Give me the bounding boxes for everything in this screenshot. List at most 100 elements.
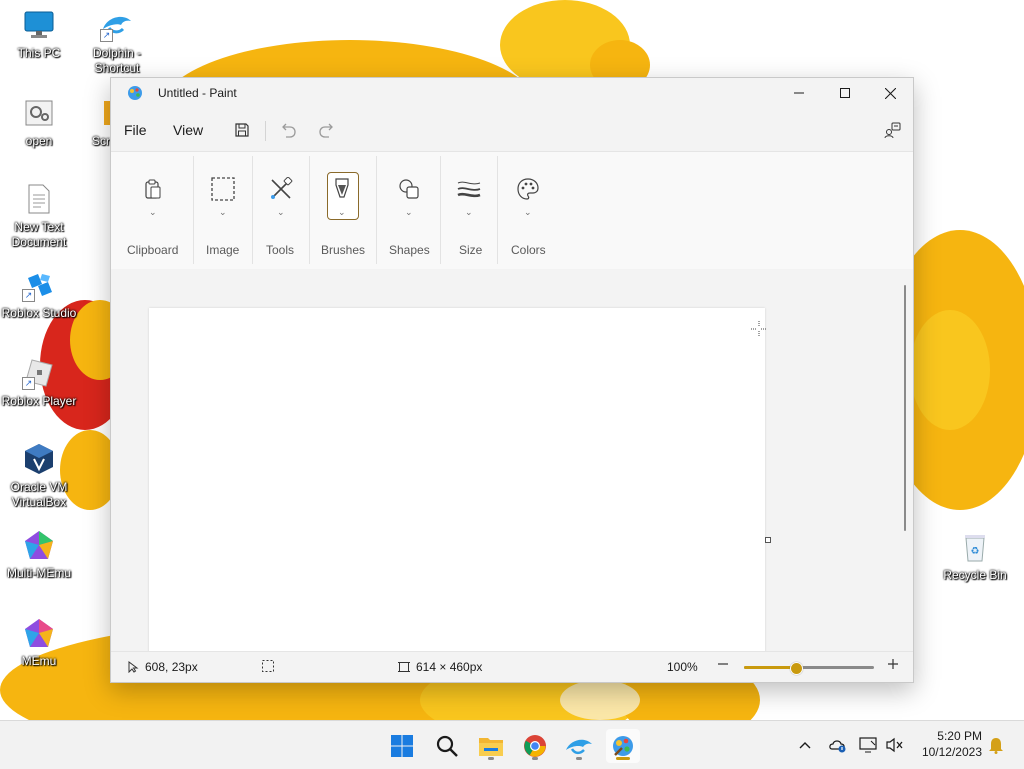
text-document-icon [22,182,56,216]
clock-time: 5:20 PM [937,729,982,743]
ribbon-group-clipboard[interactable]: ⌄ Clipboard [111,152,194,269]
canvas-size: 614 × 460px [398,660,482,674]
redo-icon [319,123,333,138]
desktop-icon-dolphin-shortcut[interactable]: ↗ Dolphin - Shortcut [78,8,156,76]
file-explorer-button[interactable] [474,729,508,763]
onedrive-icon [829,740,846,753]
ribbon-label-colors: Colors [511,243,546,257]
selection-size [262,660,274,672]
maximize-button[interactable] [822,78,868,108]
menu-file[interactable]: File [124,122,147,138]
account-icon [884,122,901,139]
file-explorer-icon [479,738,503,756]
canvas-size-text: 614 × 460px [416,660,483,674]
menu-separator [265,121,266,141]
size-icon[interactable] [454,174,484,204]
network-button[interactable] [859,735,879,755]
clipboard-icon[interactable] [138,174,168,204]
chevron-down-icon[interactable]: ⌄ [338,207,346,218]
chevron-down-icon[interactable]: ⌄ [405,207,413,218]
account-button[interactable] [882,119,904,141]
vertical-scrollbar[interactable] [904,285,906,531]
ribbon-label-shapes: Shapes [389,243,430,257]
taskbar: 5:20 PM 10/12/2023 [0,720,1024,769]
ribbon-group-colors[interactable]: ⌄ Colors [497,152,559,269]
chrome-icon [524,735,546,757]
chevron-down-icon[interactable]: ⌄ [219,207,227,218]
ribbon-group-brushes[interactable]: ⌄ Brushes [309,152,376,269]
ribbon: ⌄ Clipboard ⌄ Image ⌄ Tools ⌄ Brushes ⌄ … [111,151,913,270]
palette-icon[interactable] [513,174,543,204]
canvas-area[interactable] [111,269,913,651]
chrome-button[interactable] [518,729,552,763]
volume-button[interactable] [885,735,905,755]
save-button[interactable] [231,119,253,141]
close-button[interactable] [867,78,913,108]
zoom-out-button[interactable] [717,658,729,670]
save-icon [235,123,249,137]
brush-icon[interactable] [327,174,357,204]
title-bar[interactable]: Untitled - Paint [111,78,913,108]
desktop-icon-roblox-studio[interactable]: ↗ Roblox Studio [0,268,78,321]
chevron-down-icon[interactable]: ⌄ [524,207,532,218]
ribbon-label-image: Image [206,243,240,257]
running-indicator [488,757,494,760]
ribbon-group-tools[interactable]: ⌄ Tools [252,152,309,269]
desktop-icon-oracle-virtualbox[interactable]: Oracle VM VirtualBox [0,442,78,510]
chevron-down-icon[interactable]: ⌄ [465,207,473,218]
paint-window[interactable]: Untitled - Paint File View ⌄ Clipboard ⌄… [110,77,914,683]
tools-icon[interactable] [266,174,296,204]
desktop-icon-recycle-bin[interactable]: ♻ Recycle Bin [936,530,1014,583]
paint-button[interactable] [606,729,640,763]
clock[interactable]: 5:20 PM 10/12/2023 [910,728,982,760]
selection-size-icon [262,660,274,672]
desktop-icon-screenshot[interactable]: Scr [78,96,110,149]
running-indicator [532,757,538,760]
dolphin-icon [566,739,592,755]
recycle-bin-icon: ♻ [958,530,992,564]
show-hidden-icons-button[interactable] [795,735,815,755]
desktop-icon-multi-memu[interactable]: Multi-MEmu [0,528,78,581]
zoom-slider-fill [744,666,796,669]
ribbon-group-shapes[interactable]: ⌄ Shapes [376,152,440,269]
chevron-down-icon[interactable]: ⌄ [277,207,285,218]
selection-icon[interactable] [208,174,238,204]
ribbon-group-image[interactable]: ⌄ Image [194,152,252,269]
network-icon [859,737,877,753]
chevron-down-icon[interactable]: ⌄ [149,207,157,218]
dolphin-button[interactable] [562,729,596,763]
redo-button[interactable] [316,119,338,141]
desktop-icon-this-pc[interactable]: This PC [0,8,78,61]
zoom-percent: 100% [667,660,698,674]
memu-icon [22,616,56,650]
ribbon-label-size: Size [459,243,483,257]
volume-muted-icon [886,737,903,753]
desktop-icon-roblox-player[interactable]: ↗ Roblox Player [0,356,78,409]
minimize-icon [794,92,804,94]
zoom-slider-thumb[interactable] [790,662,803,675]
minimize-button[interactable] [776,78,822,108]
dolphin-icon: ↗ [100,8,134,42]
maximize-icon [840,88,850,98]
shapes-icon[interactable] [394,174,424,204]
chevron-up-icon [799,742,811,749]
zoom-slider[interactable] [744,662,874,675]
ribbon-group-size[interactable]: ⌄ Size [440,152,497,269]
start-button[interactable] [385,729,419,763]
shortcut-icon [100,96,110,130]
resize-handle-right[interactable] [765,537,771,543]
desktop-icon-open[interactable]: open [0,96,78,149]
desktop-icon-new-text-document[interactable]: New Text Document [0,182,78,250]
menu-view[interactable]: View [173,122,203,138]
undo-button[interactable] [277,119,299,141]
zoom-in-button[interactable] [887,658,899,670]
bell-icon [989,738,1003,754]
onedrive-button[interactable] [828,735,848,755]
drawing-canvas[interactable] [149,308,765,651]
notifications-button[interactable] [986,735,1006,755]
roblox-studio-icon: ↗ [22,268,56,302]
search-button[interactable] [430,729,464,763]
cursor-position-text: 608, 23px [145,660,198,674]
roblox-player-icon: ↗ [22,356,56,390]
desktop-icon-memu[interactable]: MEmu [0,616,78,669]
